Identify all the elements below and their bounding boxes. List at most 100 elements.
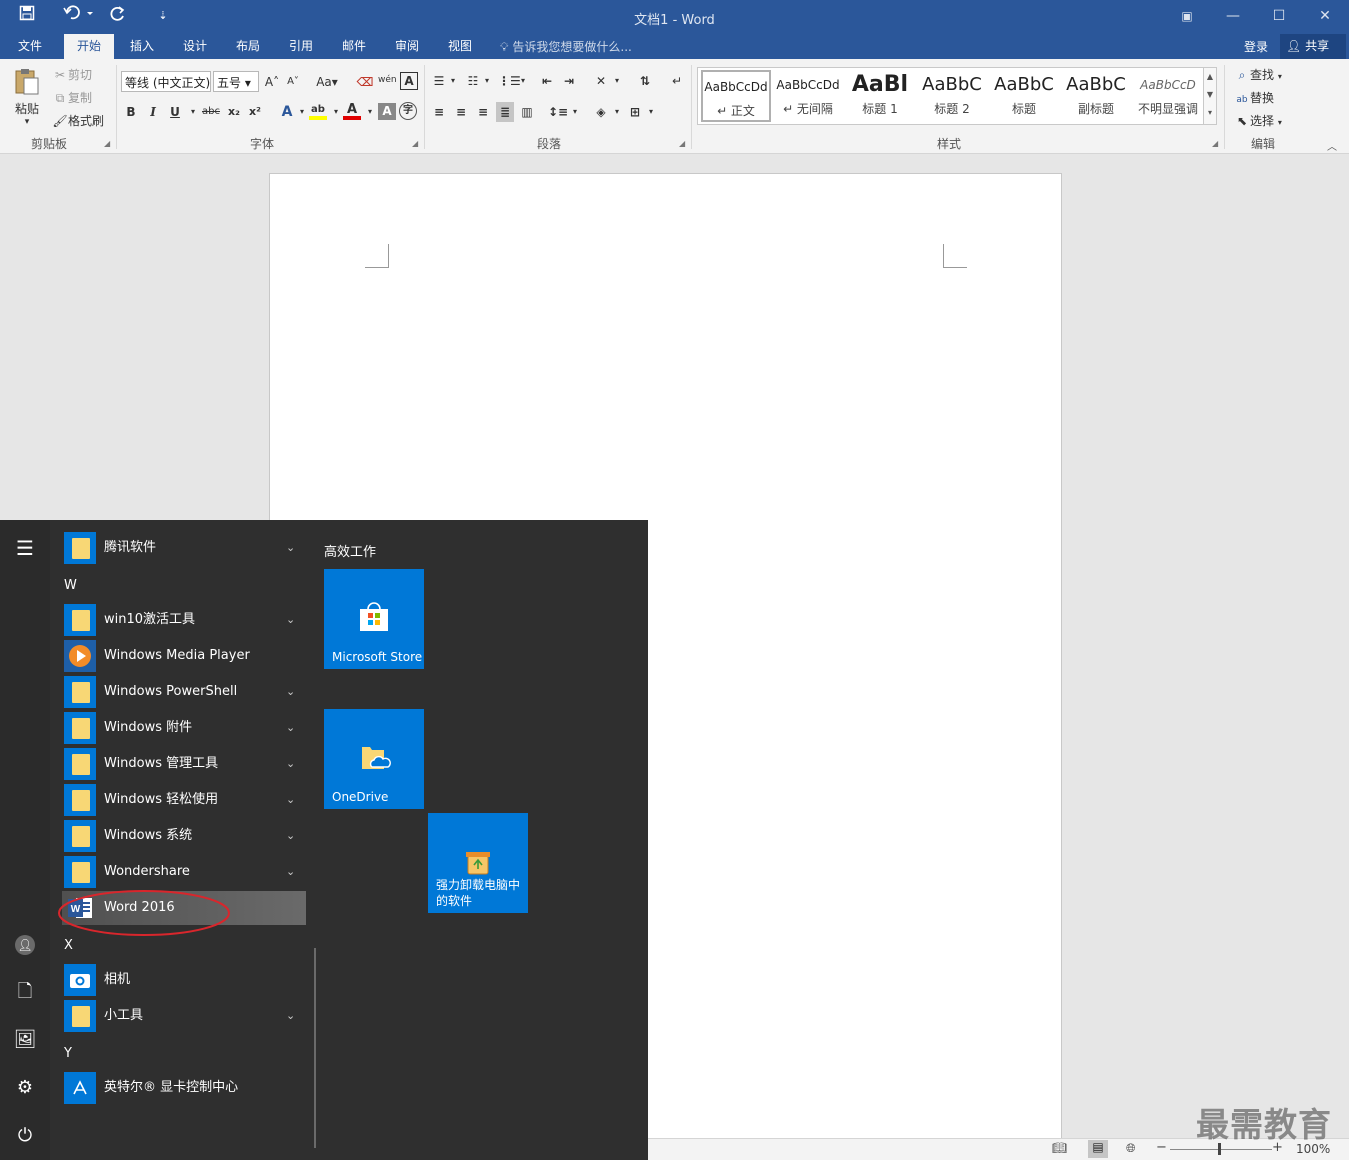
char-shading-button[interactable]: A — [378, 103, 396, 120]
app-powershell-folder[interactable]: Windows PowerShell ⌄ — [62, 675, 306, 709]
align-center-icon[interactable]: ≡ — [452, 102, 470, 122]
font-launcher-icon[interactable]: ◢ — [412, 139, 418, 148]
app-win10-activator-folder[interactable]: win10激活工具 ⌄ — [62, 603, 306, 637]
phonetic-guide-button[interactable]: wén — [378, 70, 397, 90]
copy-button[interactable]: ⧉ 复制 — [52, 89, 92, 106]
strikethrough-button[interactable]: abc — [200, 102, 222, 122]
tab-mailings[interactable]: 邮件 — [332, 34, 376, 59]
tile-onedrive[interactable]: OneDrive — [324, 709, 424, 809]
app-windows-system-folder[interactable]: Windows 系统 ⌄ — [62, 819, 306, 853]
tab-home[interactable]: 开始 — [64, 34, 114, 59]
web-layout-icon[interactable]: 🌐︎ — [1126, 1141, 1136, 1156]
documents-icon[interactable]: 🗋︎ — [0, 970, 50, 1014]
print-layout-icon[interactable]: ▤ — [1088, 1140, 1108, 1158]
justify-icon[interactable]: ≣ — [496, 102, 514, 122]
user-avatar-icon[interactable]: 👤︎ — [0, 922, 50, 966]
underline-button[interactable]: U — [166, 102, 184, 122]
paste-button[interactable]: 粘贴 ▾ — [10, 67, 44, 127]
collapse-ribbon-icon[interactable]: ︿ — [1327, 138, 1337, 153]
line-spacing-icon[interactable]: ↕≡ — [548, 102, 568, 122]
shading-dropdown-icon[interactable]: ▾ — [608, 102, 626, 122]
styles-launcher-icon[interactable]: ◢ — [1212, 139, 1218, 148]
font-color-button[interactable]: A — [343, 100, 361, 120]
app-wondershare-folder[interactable]: Wondershare ⌄ — [62, 855, 306, 889]
section-letter-y[interactable]: Y — [64, 1046, 72, 1061]
tab-references[interactable]: 引用 — [279, 34, 323, 59]
font-size-combo[interactable]: 五号 ▾ — [213, 71, 259, 92]
paste-dropdown-icon[interactable]: ▾ — [10, 117, 44, 127]
enclose-char-button[interactable]: 字 — [399, 102, 417, 120]
borders-dropdown-icon[interactable]: ▾ — [642, 102, 660, 122]
app-windows-media-player[interactable]: Windows Media Player — [62, 639, 306, 673]
style-title[interactable]: AaBbC 标题 — [989, 70, 1059, 122]
tab-design[interactable]: 设计 — [173, 34, 217, 59]
increase-indent-icon[interactable]: ⇥ — [560, 71, 578, 91]
find-button[interactable]: ⌕ 查找 ▾ — [1234, 66, 1282, 83]
app-admin-tools-folder[interactable]: Windows 管理工具 ⌄ — [62, 747, 306, 781]
paragraph-launcher-icon[interactable]: ◢ — [679, 139, 685, 148]
numbering-dropdown-icon[interactable]: ▾ — [478, 71, 496, 91]
cut-button[interactable]: ✂ 剪切 — [52, 66, 92, 83]
format-painter-button[interactable]: 🖌︎格式刷 — [52, 112, 104, 129]
minimize-button[interactable]: — — [1218, 4, 1248, 28]
select-button[interactable]: ⬉ 选择 ▾ — [1234, 112, 1282, 129]
font-color-dropdown-icon[interactable]: ▾ — [361, 102, 379, 122]
style-normal[interactable]: AaBbCcDd ↵ 正文 — [701, 70, 771, 122]
line-spacing-dropdown-icon[interactable]: ▾ — [566, 102, 584, 122]
distributed-icon[interactable]: ▥ — [518, 102, 536, 122]
zoom-slider-track[interactable] — [1170, 1149, 1272, 1150]
font-family-combo[interactable]: 等线 (中文正文) — [121, 71, 211, 92]
login-link[interactable]: 登录 — [1244, 38, 1268, 55]
app-intel-graphics[interactable]: 英特尔® 显卡控制中心 — [62, 1071, 306, 1105]
clipboard-launcher-icon[interactable]: ◢ — [104, 139, 110, 148]
power-icon[interactable]: ⏻ — [0, 1114, 50, 1158]
multilevel-dropdown-icon[interactable]: ▾ — [514, 71, 532, 91]
app-list-scrollbar[interactable] — [314, 948, 316, 1148]
style-heading-2[interactable]: AaBbC 标题 2 — [917, 70, 987, 122]
bold-button[interactable]: B — [122, 102, 140, 122]
close-button[interactable]: ✕ — [1310, 4, 1340, 28]
char-border-button[interactable]: A — [400, 72, 418, 90]
bullets-dropdown-icon[interactable]: ▾ — [444, 71, 462, 91]
tab-view[interactable]: 视图 — [438, 34, 482, 59]
style-heading-1[interactable]: AaBl 标题 1 — [845, 70, 915, 122]
tab-layout[interactable]: 布局 — [226, 34, 270, 59]
grow-font-button[interactable]: A˄ — [263, 72, 281, 92]
italic-button[interactable]: I — [144, 102, 162, 122]
align-right-icon[interactable]: ≡ — [474, 102, 492, 122]
style-subtle-emphasis[interactable]: AaBbCcD 不明显强调 — [1133, 70, 1203, 122]
zoom-out-button[interactable]: − — [1156, 1140, 1167, 1155]
change-case-button[interactable]: Aa▾ — [312, 72, 342, 92]
style-no-spacing[interactable]: AaBbCcDd ↵ 无间隔 — [773, 70, 843, 122]
ribbon-display-icon[interactable]: ▣ — [1172, 4, 1202, 28]
section-letter-x[interactable]: X — [64, 938, 73, 953]
pictures-icon[interactable]: 🖼︎ — [0, 1018, 50, 1062]
superscript-button[interactable]: x² — [246, 102, 264, 122]
replace-button[interactable]: ab 替换 — [1234, 89, 1274, 108]
tab-insert[interactable]: 插入 — [120, 34, 164, 59]
maximize-button[interactable]: ☐ — [1264, 4, 1294, 28]
share-button[interactable]: 👤︎ 共享 — [1280, 34, 1346, 59]
tiles-group-title[interactable]: 高效工作 — [324, 541, 376, 560]
tab-file[interactable]: 文件 — [6, 34, 54, 59]
show-marks-icon[interactable]: ↵ — [668, 71, 686, 91]
read-mode-icon[interactable]: 📖︎ — [1052, 1141, 1067, 1155]
hamburger-icon[interactable]: ☰ — [0, 526, 50, 570]
app-accessories-folder[interactable]: Windows 附件 ⌄ — [62, 711, 306, 745]
settings-gear-icon[interactable]: ⚙ — [0, 1066, 50, 1110]
clear-format-icon[interactable]: ⌫ — [356, 72, 374, 92]
sort-icon[interactable]: ⇅ — [636, 71, 654, 91]
chinese-layout-dropdown-icon[interactable]: ▾ — [608, 71, 626, 91]
style-subtitle[interactable]: AaBbC 副标题 — [1061, 70, 1131, 122]
tell-me-box[interactable]: 💡︎ 告诉我您想要做什么... — [500, 38, 632, 55]
highlight-button[interactable]: ab — [309, 100, 327, 120]
app-gadgets-folder[interactable]: 小工具 ⌄ — [62, 999, 306, 1033]
decrease-indent-icon[interactable]: ⇤ — [538, 71, 556, 91]
shrink-font-button[interactable]: A˅ — [284, 72, 302, 92]
section-letter-w[interactable]: W — [64, 578, 77, 593]
tile-microsoft-store[interactable]: Microsoft Store — [324, 569, 424, 669]
subscript-button[interactable]: x₂ — [225, 102, 243, 122]
tile-uninstaller[interactable]: 强力卸载电脑中的软件 — [428, 813, 528, 913]
app-ease-of-access-folder[interactable]: Windows 轻松使用 ⌄ — [62, 783, 306, 817]
tab-review[interactable]: 审阅 — [385, 34, 429, 59]
